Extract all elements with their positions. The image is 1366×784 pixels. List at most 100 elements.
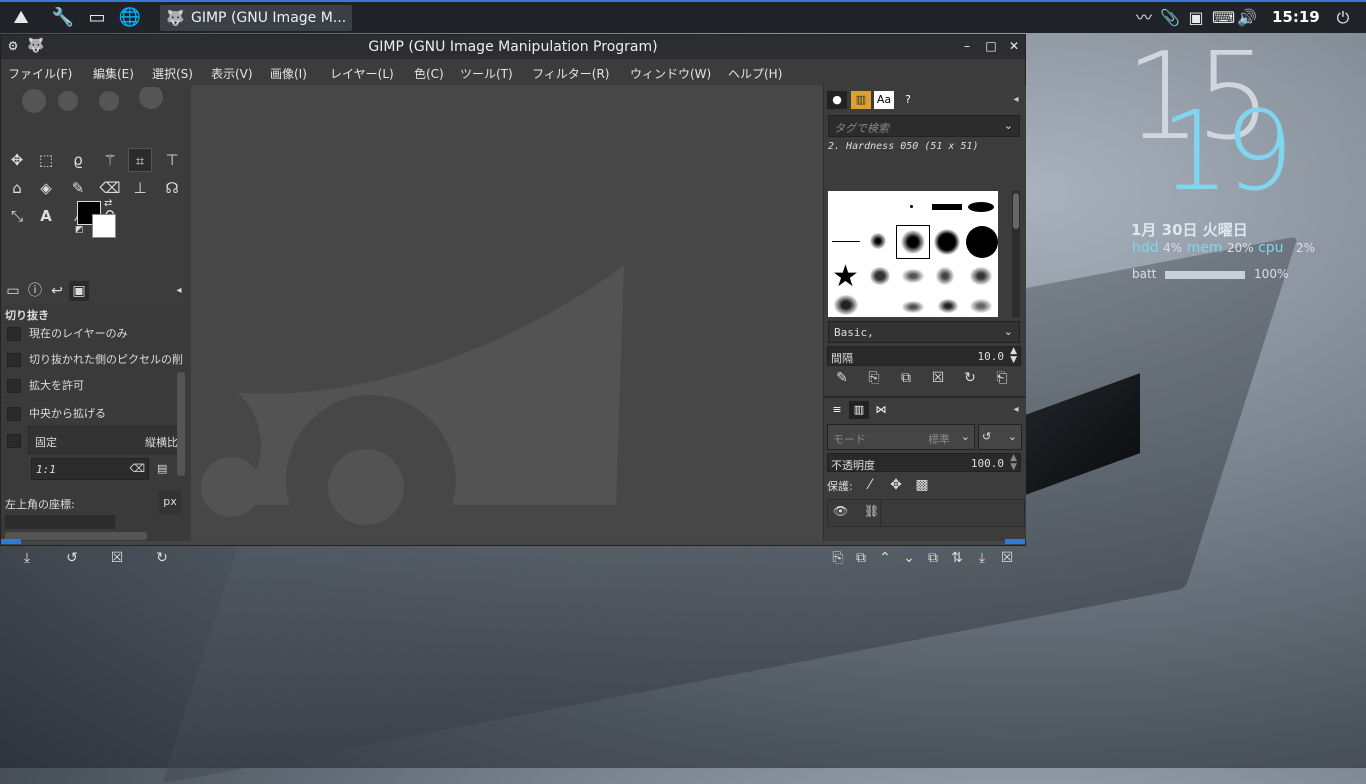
- volume-icon[interactable]: 🔊: [1236, 6, 1258, 30]
- menu-edit[interactable]: 編集(E): [93, 65, 134, 82]
- option-delete-cropped[interactable]: 切り抜かれた側のピクセルの削: [7, 351, 183, 367]
- merge-layer-icon[interactable]: ⤓: [972, 548, 992, 568]
- crop-tool-icon[interactable]: ⌗: [128, 148, 152, 172]
- dock-menu-icon[interactable]: ◂: [1006, 91, 1026, 109]
- aspect-ratio-input[interactable]: 1:1 ⌫: [31, 458, 149, 480]
- paths-tool-icon[interactable]: ⤡: [5, 204, 29, 228]
- aspect-preset-icon[interactable]: ▤: [157, 462, 167, 475]
- option-allow-growing[interactable]: 拡大を許可: [7, 377, 84, 393]
- app-menu-icon[interactable]: ⛰: [8, 6, 34, 30]
- brush-item[interactable]: [910, 205, 913, 208]
- brush-item[interactable]: [870, 267, 890, 285]
- brush-item[interactable]: [934, 229, 960, 255]
- fuzzy-select-tool-icon[interactable]: ⚚: [98, 148, 122, 172]
- brush-item[interactable]: [970, 299, 992, 313]
- lock-alpha-icon[interactable]: ▩: [912, 475, 932, 495]
- layer-opacity-field[interactable]: 不透明度 100.0 ▲ ▼: [827, 453, 1021, 472]
- chevron-down-icon[interactable]: ⌄: [1008, 430, 1017, 443]
- swap-colors-icon[interactable]: ⇄: [104, 198, 112, 209]
- refresh-brushes-icon[interactable]: ↻: [960, 368, 980, 388]
- resize-grip-left[interactable]: [1, 539, 21, 544]
- save-options-icon[interactable]: ⤓: [17, 548, 37, 568]
- close-button[interactable]: ✕: [1006, 38, 1022, 54]
- rect-select-tool-icon[interactable]: ⬚: [34, 148, 58, 172]
- brush-item[interactable]: [966, 226, 998, 258]
- raise-layer-icon[interactable]: ⌃: [875, 548, 895, 568]
- keyboard-icon[interactable]: ⌨: [1212, 6, 1235, 30]
- clipboard-icon[interactable]: 📎: [1160, 6, 1180, 30]
- lock-pixels-icon[interactable]: ⁄: [860, 475, 880, 495]
- menu-view[interactable]: 表示(V): [211, 65, 253, 82]
- menu-colors[interactable]: 色(C): [414, 65, 444, 82]
- duplicate-brush-icon[interactable]: ⧉: [896, 368, 916, 388]
- delete-layer-icon[interactable]: ☒: [997, 548, 1017, 568]
- brush-item[interactable]: [932, 204, 962, 210]
- file-manager-icon[interactable]: ▭: [84, 6, 110, 30]
- position-x-field[interactable]: [5, 515, 115, 529]
- layer-mode-select[interactable]: モード 標準 ⌄: [827, 424, 975, 450]
- background-color[interactable]: [92, 214, 116, 238]
- duplicate-layer-icon[interactable]: ⧉: [923, 548, 943, 568]
- brush-item[interactable]: [832, 241, 860, 242]
- panel-clock[interactable]: 15:19: [1272, 8, 1320, 26]
- brush-item[interactable]: [902, 269, 924, 283]
- warp-tool-icon[interactable]: ⌂: [5, 176, 29, 200]
- brush-item[interactable]: [938, 299, 958, 313]
- channels-tab-icon[interactable]: ▥: [849, 401, 869, 419]
- bucket-fill-tool-icon[interactable]: ◈: [34, 176, 58, 200]
- menu-windows[interactable]: ウィンドウ(W): [630, 65, 711, 82]
- delete-brush-icon[interactable]: ☒: [928, 368, 948, 388]
- chevron-down-icon[interactable]: ⌄: [1004, 325, 1013, 338]
- brush-tag-search[interactable]: タグで検索 ⌄: [828, 115, 1020, 137]
- eye-icon[interactable]: 👁: [833, 504, 848, 518]
- window-titlebar[interactable]: ⚙ 🐺 GIMP (GNU Image Manipulation Program…: [1, 35, 1025, 59]
- fonts-tab-icon[interactable]: Aa: [874, 91, 894, 109]
- minimize-button[interactable]: –: [959, 38, 975, 54]
- brush-star[interactable]: ★: [832, 261, 859, 293]
- option-current-layer-only[interactable]: 現在のレイヤーのみ: [7, 325, 128, 341]
- menu-layer[interactable]: レイヤー(L): [330, 65, 394, 82]
- option-fixed-checkbox[interactable]: [7, 434, 29, 448]
- menu-file[interactable]: ファイル(F): [8, 65, 72, 82]
- move-tool-icon[interactable]: ✥: [5, 148, 29, 172]
- eraser-tool-icon[interactable]: ⌫: [98, 176, 122, 200]
- checkbox[interactable]: [7, 353, 21, 367]
- layers-tab-icon[interactable]: ≡: [827, 401, 847, 419]
- settings-wrench-icon[interactable]: 🔧: [50, 6, 76, 30]
- brush-item[interactable]: [970, 267, 992, 285]
- new-layer-group-icon[interactable]: ⧉: [851, 548, 871, 568]
- chevron-down-icon[interactable]: ⌄: [1004, 119, 1013, 132]
- dock-menu-icon-2[interactable]: ◂: [1006, 401, 1026, 419]
- taskbar-gimp-button[interactable]: 🐺 GIMP (GNU Image M...: [160, 5, 352, 31]
- brush-item[interactable]: [902, 301, 924, 313]
- anchor-layer-icon[interactable]: ⇅: [947, 548, 967, 568]
- brush-preset-select[interactable]: Basic, ⌄: [828, 321, 1020, 343]
- clone-tool-icon[interactable]: ⊥: [128, 176, 152, 200]
- chain-icon[interactable]: ⛓: [864, 504, 879, 518]
- spin-arrows-icon[interactable]: ▲ ▼: [1010, 347, 1017, 365]
- brush-grid[interactable]: ★: [828, 191, 998, 317]
- brush-spacing-field[interactable]: 間隔 10.0 ▲ ▼: [827, 346, 1021, 366]
- option-expand-from-center[interactable]: 中央から拡げる: [7, 405, 106, 421]
- transform-tool-icon[interactable]: ⊤: [160, 148, 184, 172]
- spin-arrows-icon[interactable]: ▲ ▼: [1010, 454, 1017, 472]
- patterns-tab-icon[interactable]: ▥: [851, 91, 871, 109]
- menu-select[interactable]: 選択(S): [152, 65, 193, 82]
- system-monitor-icon[interactable]: 〰: [1132, 6, 1156, 30]
- layers-list[interactable]: 👁 ⛓: [827, 499, 1025, 527]
- menu-image[interactable]: 画像(I): [270, 65, 307, 82]
- web-browser-icon[interactable]: 🌐: [117, 6, 143, 30]
- undo-history-tab-icon[interactable]: ↩: [47, 281, 67, 301]
- fixed-mode-select[interactable]: 縦横比: [145, 434, 178, 450]
- checkbox[interactable]: [7, 407, 21, 421]
- checkbox[interactable]: [7, 434, 21, 448]
- chevron-down-icon[interactable]: ⌄: [961, 430, 970, 443]
- checkbox[interactable]: [7, 379, 21, 393]
- reset-options-icon[interactable]: ↻: [152, 548, 172, 568]
- images-tab-icon[interactable]: ▣: [69, 281, 89, 301]
- dock-separator[interactable]: [824, 396, 1026, 398]
- brush-item[interactable]: [968, 202, 994, 212]
- power-icon[interactable]: ⏻: [1331, 6, 1355, 30]
- paintbrush-tool-icon[interactable]: ✎: [66, 176, 90, 200]
- menu-tools[interactable]: ツール(T): [460, 65, 513, 82]
